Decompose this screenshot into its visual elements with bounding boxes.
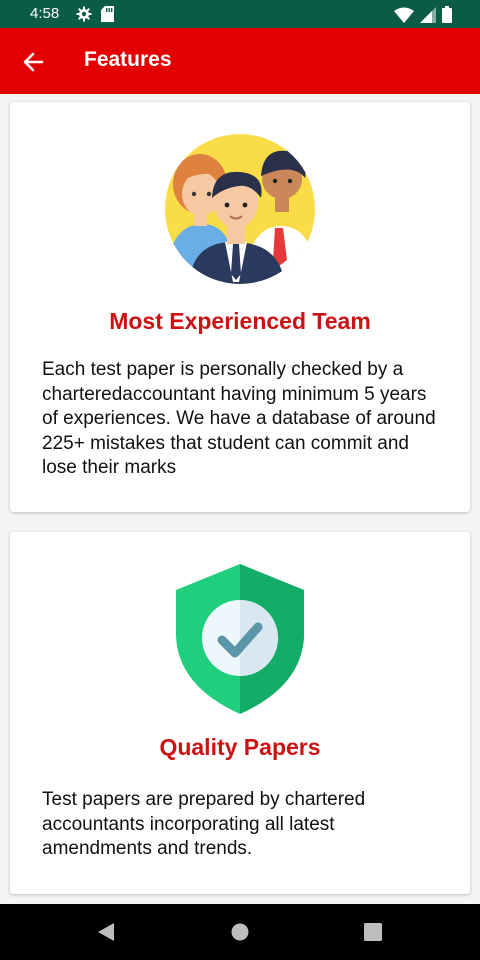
feature-description: Each test paper is personally checked by… <box>42 359 436 478</box>
app-bar: Features <box>0 28 480 94</box>
features-list[interactable]: Most Experienced Team Each test paper is… <box>0 94 480 904</box>
feature-title: Most Experienced Team <box>109 308 371 334</box>
status-time: 4:58 <box>30 5 60 22</box>
page-title: Features <box>84 48 172 71</box>
feature-title: Quality Papers <box>159 734 321 760</box>
nav-back-button[interactable] <box>94 920 118 944</box>
battery-icon <box>442 6 452 23</box>
recents-square-icon <box>364 923 382 941</box>
wifi-icon <box>394 7 414 23</box>
feature-card-quality: Quality Papers Test papers are prepared … <box>10 532 470 894</box>
nav-recents-button[interactable] <box>361 920 385 944</box>
back-button[interactable] <box>18 47 48 77</box>
navigation-bar <box>0 904 480 960</box>
feature-description: Test papers are prepared by chartered ac… <box>42 789 366 859</box>
signal-icon <box>420 6 436 23</box>
home-circle-icon <box>231 923 249 941</box>
sd-card-icon <box>101 6 114 22</box>
feature-card-team: Most Experienced Team Each test paper is… <box>10 102 470 512</box>
shield-check-icon <box>176 564 304 714</box>
arrow-left-icon <box>23 52 44 72</box>
gear-icon <box>76 6 92 22</box>
nav-home-button[interactable] <box>228 920 252 944</box>
status-bar: 4:58 <box>0 0 480 28</box>
team-illustration <box>165 134 315 284</box>
back-triangle-icon <box>98 923 114 941</box>
